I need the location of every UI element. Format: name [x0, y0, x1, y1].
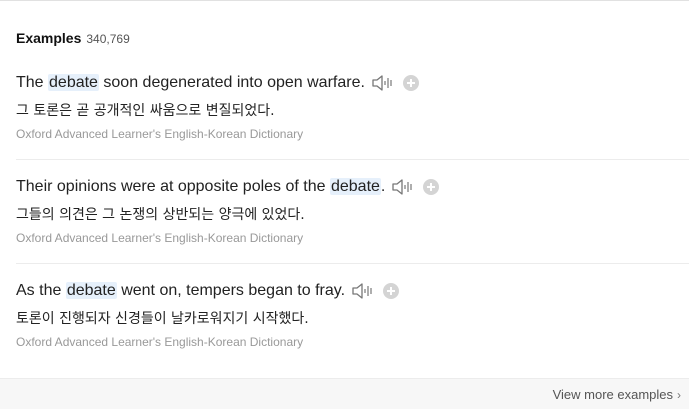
plus-circle-icon[interactable] — [423, 179, 440, 195]
example-sentence-row: Their opinions were at opposite poles of… — [16, 176, 440, 198]
example-sentence-row: The debate soon degenerated into open wa… — [16, 72, 419, 94]
highlighted-keyword[interactable]: debate — [65, 282, 117, 299]
sentence-text-before: The — [16, 74, 49, 91]
view-more-examples-link[interactable]: View more examples › — [553, 387, 681, 402]
examples-title: Examples — [16, 30, 82, 46]
example-sentence-row: As the debate went on, tempers began to … — [16, 280, 400, 302]
example-item: The debate soon degenerated into open wa… — [0, 56, 689, 160]
example-source: Oxford Advanced Learner's English-Korean… — [16, 231, 304, 245]
plus-circle-icon[interactable] — [383, 283, 400, 299]
examples-panel: Examples 340,769 The debate soon degener… — [0, 0, 689, 409]
example-translation: 그들의 의견은 그 논쟁의 상반되는 양극에 있었다. — [16, 207, 305, 223]
highlighted-keyword[interactable]: debate — [329, 178, 381, 195]
example-translation: 그 토론은 곧 공개적인 싸움으로 변질되었다. — [16, 103, 275, 119]
sentence-text-after: went on, tempers began to fray. — [116, 282, 346, 299]
speaker-icon[interactable] — [371, 73, 395, 93]
example-item: Their opinions were at opposite poles of… — [0, 160, 689, 264]
example-source: Oxford Advanced Learner's English-Korean… — [16, 127, 304, 141]
plus-circle-icon[interactable] — [402, 75, 419, 91]
sentence-text-before: Their opinions were at opposite poles of… — [16, 178, 330, 195]
examples-footer: View more examples › — [0, 378, 689, 409]
example-translation: 토론이 진행되자 신경들이 날카로워지기 시작했다. — [16, 311, 309, 327]
example-sentence: As the debate went on, tempers began to … — [16, 282, 345, 300]
sentence-text-after: . — [380, 178, 386, 195]
example-source: Oxford Advanced Learner's English-Korean… — [16, 335, 304, 349]
examples-count: 340,769 — [86, 32, 130, 46]
sentence-text-before: As the — [16, 282, 66, 299]
example-item: As the debate went on, tempers began to … — [0, 264, 689, 368]
speaker-icon[interactable] — [351, 281, 375, 301]
speaker-icon[interactable] — [391, 177, 415, 197]
view-more-label: View more examples — [552, 387, 673, 402]
top-divider — [0, 0, 689, 1]
chevron-right-icon: › — [677, 387, 681, 402]
example-sentence: The debate soon degenerated into open wa… — [16, 74, 365, 92]
examples-header: Examples 340,769 — [16, 30, 130, 46]
highlighted-keyword[interactable]: debate — [48, 74, 99, 91]
sentence-text-after: soon degenerated into open warfare. — [98, 74, 365, 91]
example-sentence: Their opinions were at opposite poles of… — [16, 178, 385, 196]
